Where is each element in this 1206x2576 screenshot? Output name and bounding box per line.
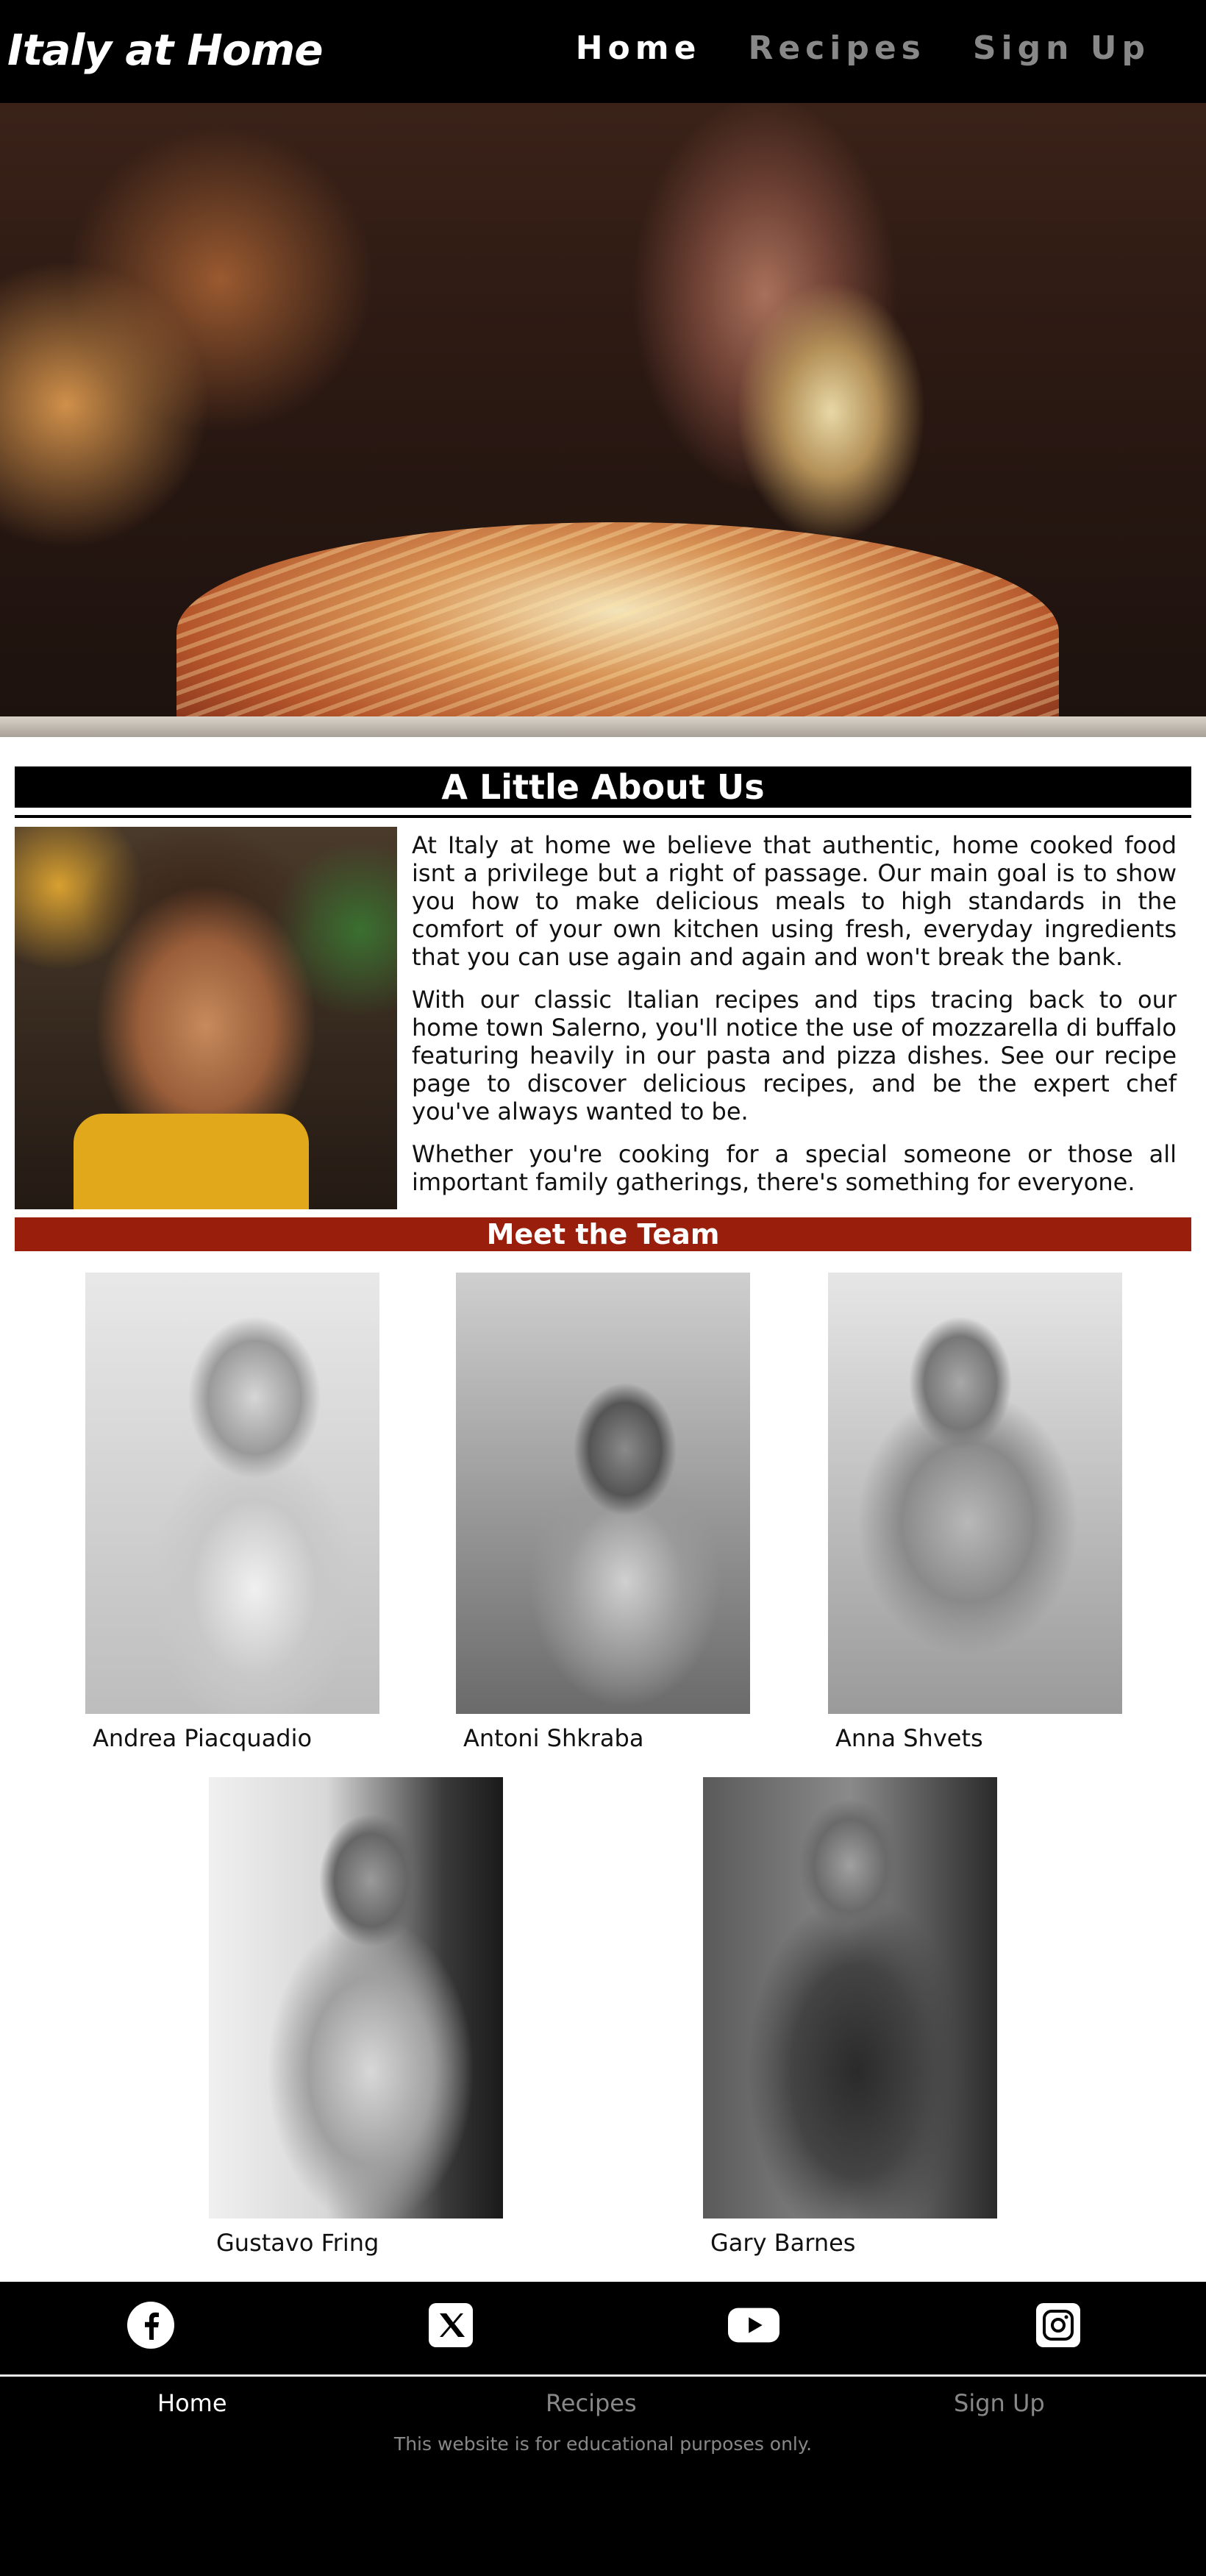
- team-member-photo: [209, 1777, 503, 2219]
- team-member-card: Gary Barnes: [703, 1777, 997, 2257]
- apron-shape: [74, 1114, 309, 1209]
- brand-logo[interactable]: Italy at Home: [7, 25, 324, 75]
- top-navbar: Italy at Home Home Recipes Sign Up: [0, 0, 1206, 103]
- about-paragraph-2: With our classic Italian recipes and tip…: [412, 986, 1177, 1125]
- team-member-name: Gary Barnes: [710, 2229, 856, 2257]
- social-links: [0, 2299, 1206, 2358]
- team-member-name: Anna Shvets: [835, 1724, 983, 1752]
- team-member-name: Gustavo Fring: [216, 2229, 379, 2257]
- team-member-photo: [828, 1273, 1122, 1714]
- nav-link-recipes[interactable]: Recipes: [748, 29, 925, 67]
- nav-link-sign-up[interactable]: Sign Up: [973, 29, 1150, 67]
- team-member-photo: [85, 1273, 379, 1714]
- footer: Home Recipes Sign Up This website is for…: [0, 2282, 1206, 2576]
- instagram-icon[interactable]: [1032, 2299, 1084, 2351]
- about-photo-chef: [15, 827, 397, 1209]
- team-member-card: Anna Shvets: [828, 1273, 1122, 1752]
- x-icon[interactable]: [425, 2299, 477, 2351]
- team-title: Meet the Team: [15, 1217, 1191, 1251]
- team-member-photo: [456, 1273, 750, 1714]
- nav-link-home[interactable]: Home: [576, 29, 702, 67]
- hero-pasta: [176, 522, 1059, 737]
- facebook-icon[interactable]: [125, 2299, 176, 2351]
- footer-disclaimer: This website is for educational purposes…: [393, 2433, 813, 2455]
- about-paragraph-1: At Italy at home we believe that authent…: [412, 831, 1177, 971]
- nav-links: Home Recipes Sign Up: [576, 29, 1150, 67]
- youtube-icon[interactable]: [728, 2299, 779, 2351]
- team-member-name: Antoni Shkraba: [463, 1724, 644, 1752]
- hero-plate: [0, 716, 1206, 737]
- footer-link-recipes[interactable]: Recipes: [546, 2389, 637, 2417]
- hero-image-pasta: [0, 103, 1206, 737]
- team-member-card: Andrea Piacquadio: [85, 1273, 379, 1752]
- footer-link-home[interactable]: Home: [157, 2389, 227, 2417]
- about-title: A Little About Us: [15, 766, 1191, 808]
- team-member-card: Gustavo Fring: [209, 1777, 503, 2257]
- footer-link-sign-up[interactable]: Sign Up: [954, 2389, 1045, 2417]
- team-member-name: Andrea Piacquadio: [93, 1724, 313, 1752]
- footer-divider: [0, 2374, 1206, 2377]
- team-member-photo: [703, 1777, 997, 2219]
- about-paragraph-3: Whether you're cooking for a special som…: [412, 1140, 1177, 1196]
- team-member-card: Antoni Shkraba: [456, 1273, 750, 1752]
- about-text: At Italy at home we believe that authent…: [412, 831, 1177, 1211]
- about-divider: [15, 815, 1191, 818]
